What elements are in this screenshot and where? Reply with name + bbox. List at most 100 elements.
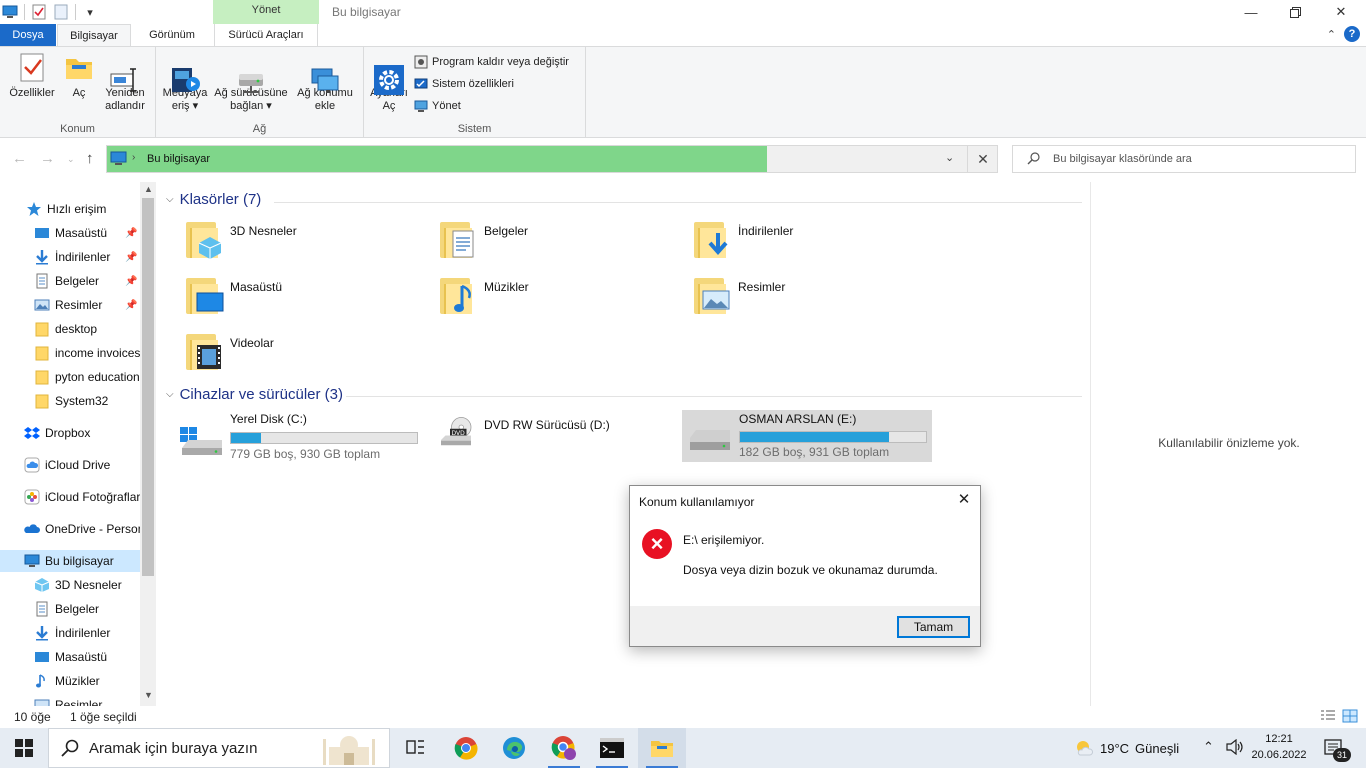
new-folder-icon[interactable] <box>53 4 69 20</box>
navigation-pane: Hızlı erişim Masaüstü 📌 İndirilenler 📌 B… <box>0 182 156 706</box>
add-network-location-button[interactable]: Ağ konumu ekle <box>292 51 358 113</box>
drive-usage-fill <box>740 432 889 442</box>
properties-button[interactable]: Özellikler <box>6 51 58 100</box>
sidebar-item-downloads[interactable]: İndirilenler <box>0 622 140 644</box>
sidebar-item-documents-pinned[interactable]: Belgeler 📌 <box>0 270 140 292</box>
drives-group-header[interactable]: ⌵ Cihazlar ve sürücüler (3) <box>166 386 343 403</box>
back-arrow-icon[interactable]: ← <box>12 150 27 167</box>
minimize-button[interactable]: — <box>1228 0 1274 24</box>
drive-e-selected[interactable]: OSMAN ARSLAN (E:) 182 GB boş, 931 GB top… <box>682 410 932 462</box>
recent-locations-icon[interactable]: ⌄ <box>67 154 75 165</box>
access-media-button[interactable]: Medyaya eriş ▾ <box>160 51 210 113</box>
address-bar[interactable]: › Bu bilgisayar ⌄ ✕ <box>106 145 998 173</box>
sidebar-item-music[interactable]: Müzikler <box>0 670 140 692</box>
windows-drive-icon <box>180 427 222 455</box>
sidebar-item-this-pc[interactable]: Bu bilgisayar <box>0 550 140 572</box>
taskbar-chrome[interactable] <box>442 728 490 768</box>
pin-icon[interactable]: 📌 <box>125 276 137 287</box>
pin-icon[interactable]: 📌 <box>125 228 137 239</box>
sidebar-item-desktop[interactable]: Masaüstü <box>0 646 140 668</box>
sidebar-item-system32[interactable]: System32 <box>0 390 140 412</box>
ok-button[interactable]: Tamam <box>897 616 970 638</box>
pictures-icon <box>34 297 50 313</box>
search-highlight-illustration-icon[interactable] <box>315 731 387 770</box>
taskbar-edge[interactable] <box>490 728 538 768</box>
scroll-down-icon[interactable]: ▼ <box>144 690 153 700</box>
sidebar-item-downloads-pinned[interactable]: İndirilenler 📌 <box>0 246 140 268</box>
drive-c[interactable]: Yerel Disk (C:) 779 GB boş, 930 GB topla… <box>180 412 430 462</box>
details-view-icon[interactable] <box>1320 709 1336 726</box>
folder-videos[interactable]: Videolar <box>184 330 274 372</box>
pin-icon[interactable]: 📌 <box>125 300 137 311</box>
sidebar-item-desktop-pinned[interactable]: Masaüstü 📌 <box>0 222 140 244</box>
properties-icon[interactable] <box>31 4 47 20</box>
stop-icon[interactable]: ✕ <box>967 146 998 172</box>
sidebar-item-pyton-education[interactable]: pyton education <box>0 366 140 388</box>
taskbar-chrome-profile[interactable] <box>540 728 588 768</box>
sidebar-item-pictures-pinned[interactable]: Resimler 📌 <box>0 294 140 316</box>
drive-d[interactable]: DVD DVD RW Sürücüsü (D:) <box>434 412 684 462</box>
tray-overflow-chevron-icon[interactable]: ⌃ <box>1203 739 1214 755</box>
sidebar-item-onedrive[interactable]: OneDrive - Personal <box>0 518 140 540</box>
sidebar-item-quick-access[interactable]: Hızlı erişim <box>0 198 140 220</box>
tab-drive-tools[interactable]: Sürücü Araçları <box>214 24 318 46</box>
tab-view[interactable]: Görünüm <box>137 24 207 46</box>
taskbar-terminal[interactable] <box>588 728 636 768</box>
tiles-view-icon[interactable] <box>1342 709 1358 726</box>
clock[interactable]: 12:21 20.06.2022 <box>1248 731 1310 763</box>
map-network-drive-button[interactable]: Ağ sürücüsüne bağlan ▾ <box>212 51 290 113</box>
open-button[interactable]: Aç <box>62 51 96 100</box>
rename-button[interactable]: Yeniden adlandır <box>100 51 150 113</box>
forward-arrow-icon[interactable]: → <box>40 150 55 167</box>
search-box[interactable]: Bu bilgisayar klasöründe ara <box>1012 145 1356 173</box>
sidebar-item-desktop-folder[interactable]: desktop <box>0 318 140 340</box>
breadcrumb-separator-icon[interactable]: › <box>132 152 135 163</box>
close-window-button[interactable]: ✕ <box>1318 0 1364 24</box>
dialog-close-button[interactable]: ✕ <box>954 490 974 510</box>
scroll-up-icon[interactable]: ▲ <box>144 184 153 194</box>
address-path[interactable]: Bu bilgisayar <box>147 153 210 165</box>
folder-3d-objects[interactable]: 3D Nesneler <box>184 218 297 260</box>
folder-music[interactable]: Müzikler <box>438 274 529 316</box>
restore-button[interactable] <box>1272 0 1318 24</box>
address-dropdown-icon[interactable]: ⌄ <box>945 151 954 164</box>
manage-button[interactable]: Yönet <box>414 99 461 113</box>
system-properties-icon <box>414 77 428 91</box>
folder-desktop[interactable]: Masaüstü <box>184 274 282 316</box>
taskbar-search-box[interactable]: Aramak için buraya yazın <box>48 728 390 768</box>
uninstall-program-button[interactable]: Program kaldır veya değiştir <box>414 55 569 69</box>
sidebar-item-icloud-photos[interactable]: iCloud Fotoğrafları <box>0 486 140 508</box>
sidebar-item-dropbox[interactable]: Dropbox <box>0 422 140 444</box>
start-button[interactable] <box>0 728 48 768</box>
sidebar-item-pictures[interactable]: Resimler <box>0 694 140 706</box>
tab-file[interactable]: Dosya <box>0 24 56 46</box>
rename-icon <box>109 51 141 92</box>
system-properties-button[interactable]: Sistem özellikleri <box>414 77 514 91</box>
sidebar-scrollbar[interactable]: ▲ ▼ <box>140 182 156 706</box>
collapse-ribbon-icon[interactable]: ⌃ <box>1327 28 1336 41</box>
sidebar-item-icloud-drive[interactable]: iCloud Drive <box>0 454 140 476</box>
help-icon[interactable]: ? <box>1344 26 1360 42</box>
folders-group-header[interactable]: ⌵ Klasörler (7) <box>166 191 261 208</box>
tab-computer[interactable]: Bilgisayar <box>57 24 131 46</box>
customize-qat-icon[interactable]: ▾ <box>82 4 98 20</box>
open-settings-button[interactable]: Ayarları Aç <box>368 51 410 113</box>
folder-documents[interactable]: Belgeler <box>438 218 528 260</box>
task-view-button[interactable] <box>392 728 440 768</box>
sidebar-item-documents[interactable]: Belgeler <box>0 598 140 620</box>
volume-icon[interactable] <box>1226 738 1244 758</box>
folder-pictures[interactable]: Resimler <box>692 274 785 316</box>
weather-widget[interactable]: 19°C Güneşli <box>1074 728 1179 768</box>
star-icon <box>26 201 42 217</box>
sidebar-item-3d-objects[interactable]: 3D Nesneler <box>0 574 140 596</box>
folder-icon <box>184 218 224 260</box>
up-arrow-icon[interactable]: ↑ <box>86 150 94 167</box>
computer-icon[interactable] <box>2 4 18 20</box>
taskbar-file-explorer[interactable] <box>638 728 686 768</box>
folder-downloads[interactable]: İndirilenler <box>692 218 793 260</box>
pin-icon[interactable]: 📌 <box>125 252 137 263</box>
scrollbar-thumb[interactable] <box>142 198 154 576</box>
title-bar: ▾ Yönet Bu bilgisayar — ✕ <box>0 0 1366 24</box>
network-location-icon <box>309 51 341 93</box>
sidebar-item-income-invoices[interactable]: income invoices <box>0 342 140 364</box>
